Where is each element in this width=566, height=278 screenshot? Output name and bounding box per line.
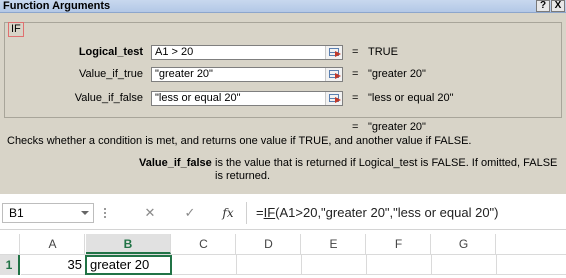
help-button[interactable]: ? [536,0,550,12]
column-header-h[interactable] [497,234,566,254]
cell-d1[interactable] [237,255,302,275]
equals-sign: = [352,68,359,80]
column-header-b[interactable]: B [86,234,171,254]
column-header-e[interactable]: E [302,234,366,254]
cell-a1[interactable]: 35 [21,255,86,275]
help-argument-text: is the value that is returned if Logical… [215,157,558,182]
row-header-1[interactable]: 1 [0,255,20,275]
column-header-a[interactable]: A [21,234,85,254]
function-name-label: IF [8,22,24,37]
function-arguments-dialog: Function Arguments ? X IF Logical_test A… [0,0,566,194]
column-header-d[interactable]: D [237,234,301,254]
logical-test-result: TRUE [368,46,398,58]
formula-bar-divider [246,202,247,224]
collapse-dialog-icon[interactable] [325,68,342,81]
formula-result: "greater 20" [368,121,426,133]
column-header-g[interactable]: G [432,234,496,254]
close-button[interactable]: X [551,0,565,12]
dialog-titlebar[interactable]: Function Arguments ? X [0,0,566,13]
value-if-true-result: "greater 20" [368,68,426,80]
equals-sign: = [352,92,359,104]
value-if-false-result: "less or equal 20" [368,92,454,104]
dialog-title: Function Arguments [3,0,111,12]
cancel-icon[interactable]: ✕ [140,204,160,222]
cell-c1[interactable] [172,255,237,275]
collapse-dialog-icon[interactable] [325,92,342,105]
value-if-false-input[interactable]: "less or equal 20" [151,91,343,106]
name-box-value: B1 [9,206,24,220]
cell-f1[interactable] [367,255,432,275]
column-header-c[interactable]: C [172,234,236,254]
formula-input[interactable]: =IF(A1>20,"greater 20","less or equal 20… [256,204,499,222]
cell-e1[interactable] [302,255,367,275]
equals-sign: = [352,121,359,133]
cell-b1[interactable]: greater 20 [85,255,172,275]
help-argument-name: Value_if_false [139,157,212,169]
collapse-dialog-icon[interactable] [325,46,342,59]
cell-g1[interactable] [432,255,497,275]
formula-arguments: (A1>20,"greater 20","less or equal 20") [275,205,499,220]
formula-function-name: IF [263,205,276,220]
value-if-false-label: Value_if_false [74,92,143,104]
select-all-corner[interactable] [0,234,20,254]
value-if-true-input[interactable]: "greater 20" [151,67,343,82]
spreadsheet-area: B1 ✕ ✓ fx =IF(A1>20,"greater 20","less o… [0,194,566,278]
cell-h1[interactable] [497,255,566,275]
insert-function-icon[interactable]: fx [218,204,238,222]
column-header-f[interactable]: F [367,234,431,254]
value-if-true-label: Value_if_true [78,68,143,80]
enter-icon[interactable]: ✓ [180,204,200,222]
logical-test-label: Logical_test [78,46,143,58]
formula-prefix: = [256,205,264,220]
function-description: Checks whether a condition is met, and r… [7,135,472,147]
formula-bar: B1 ✕ ✓ fx =IF(A1>20,"greater 20","less o… [0,194,566,230]
equals-sign: = [352,46,359,58]
logical-test-input[interactable]: A1 > 20 [151,45,343,60]
name-box[interactable]: B1 [2,203,94,223]
chevron-down-icon[interactable] [81,211,89,215]
resize-handle-icon[interactable] [104,208,106,218]
